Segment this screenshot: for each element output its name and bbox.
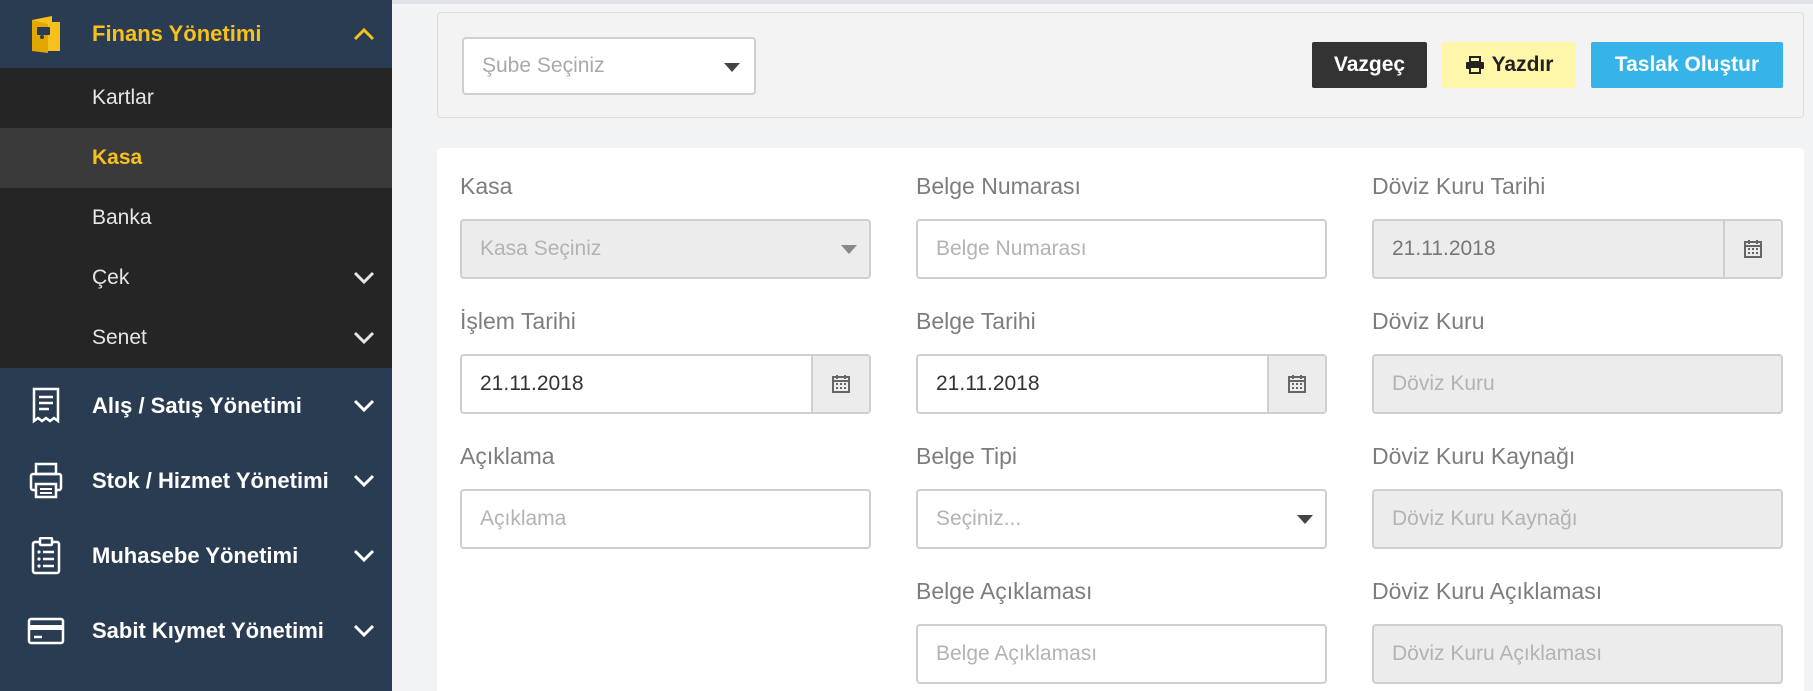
belge-aciklamasi-input[interactable]: Belge Açıklaması bbox=[916, 624, 1327, 684]
submenu-item-cek[interactable]: Çek bbox=[0, 248, 392, 308]
form-card: Kasa Kasa Seçiniz İşlem Tarihi 21.11.201… bbox=[437, 148, 1804, 691]
calendar-icon[interactable] bbox=[1723, 221, 1781, 277]
doviz-kuru-tarihi-value: 21.11.2018 bbox=[1392, 237, 1496, 260]
sidebar-item-label: Finans Yönetimi bbox=[92, 21, 262, 46]
sidebar-item-muhasebe[interactable]: Muhasebe Yönetimi bbox=[0, 518, 392, 593]
action-toolbar: Şube Seçiniz Vazgeç Yazdır Taslak Oluştu… bbox=[437, 12, 1804, 118]
receipt-icon bbox=[26, 386, 66, 426]
branch-select[interactable]: Şube Seçiniz bbox=[462, 37, 756, 95]
create-draft-button-label: Taslak Oluştur bbox=[1614, 53, 1760, 76]
submenu-item-label: Senet bbox=[92, 326, 147, 349]
clipboard-icon bbox=[26, 536, 66, 576]
wallet-icon bbox=[26, 14, 66, 54]
chevron-up-icon bbox=[350, 24, 378, 44]
belge-aciklamasi-label: Belge Açıklaması bbox=[916, 578, 1093, 604]
create-draft-button[interactable]: Taslak Oluştur bbox=[1591, 42, 1783, 88]
top-divider bbox=[392, 0, 1813, 4]
belge-tarihi-label: Belge Tarihi bbox=[916, 308, 1036, 334]
chevron-down-icon bbox=[350, 471, 378, 491]
sidebar-item-label: Muhasebe Yönetimi bbox=[92, 542, 299, 568]
doviz-kuru-aciklamasi-label: Döviz Kuru Açıklaması bbox=[1372, 578, 1603, 604]
calendar-icon[interactable] bbox=[811, 356, 869, 412]
islem-tarihi-label: İşlem Tarihi bbox=[460, 308, 576, 334]
submenu-item-banka[interactable]: Banka bbox=[0, 188, 392, 248]
credit-card-icon bbox=[26, 611, 66, 651]
belge-tarihi-value: 21.11.2018 bbox=[936, 372, 1040, 395]
sidebar-item-label: Sabit Kıymet Yönetimi bbox=[92, 617, 324, 643]
sidebar-item-sabit-kiymet[interactable]: Sabit Kıymet Yönetimi bbox=[0, 593, 392, 668]
belge-tarihi-input[interactable]: 21.11.2018 bbox=[916, 354, 1327, 414]
doviz-kuru-kaynagi-input[interactable]: Döviz Kuru Kaynağı bbox=[1372, 489, 1783, 549]
kasa-select[interactable]: Kasa Seçiniz bbox=[460, 219, 871, 279]
sidebar-item-alis-satis[interactable]: Alış / Satış Yönetimi bbox=[0, 368, 392, 443]
caret-down-icon bbox=[724, 63, 740, 72]
printer-icon bbox=[1465, 56, 1484, 74]
calendar-icon[interactable] bbox=[1267, 356, 1325, 412]
belge-numarasi-placeholder: Belge Numarası bbox=[936, 237, 1087, 260]
sidebar-item-stok-hizmet[interactable]: Stok / Hizmet Yönetimi bbox=[0, 443, 392, 518]
chevron-down-icon bbox=[350, 621, 378, 641]
submenu-item-kartlar[interactable]: Kartlar bbox=[0, 68, 392, 128]
chevron-down-icon bbox=[350, 268, 378, 288]
doviz-kuru-kaynagi-placeholder: Döviz Kuru Kaynağı bbox=[1392, 507, 1578, 530]
belge-tipi-select[interactable]: Seçiniz... bbox=[916, 489, 1327, 549]
print-button-label: Yazdır bbox=[1491, 53, 1554, 76]
doviz-kuru-placeholder: Döviz Kuru bbox=[1392, 372, 1495, 395]
submenu-item-label: Çek bbox=[92, 266, 130, 289]
cancel-button-label: Vazgeç bbox=[1333, 53, 1406, 76]
doviz-kuru-tarihi-label: Döviz Kuru Tarihi bbox=[1372, 173, 1546, 199]
chevron-down-icon bbox=[350, 546, 378, 566]
submenu-item-label: Banka bbox=[92, 206, 152, 229]
caret-down-icon bbox=[1297, 515, 1313, 524]
printer-stack-icon bbox=[26, 461, 66, 501]
doviz-kuru-tarihi-input[interactable]: 21.11.2018 bbox=[1372, 219, 1783, 279]
belge-aciklamasi-placeholder: Belge Açıklaması bbox=[936, 642, 1098, 665]
sidebar-item-finans[interactable]: Finans Yönetimi bbox=[0, 0, 392, 68]
doviz-kuru-aciklamasi-input[interactable]: Döviz Kuru Açıklaması bbox=[1372, 624, 1783, 684]
doviz-kuru-label: Döviz Kuru bbox=[1372, 308, 1485, 334]
belge-numarasi-input[interactable]: Belge Numarası bbox=[916, 219, 1327, 279]
caret-down-icon bbox=[841, 245, 857, 254]
submenu-item-senet[interactable]: Senet bbox=[0, 308, 392, 368]
sidebar-item-label: Stok / Hizmet Yönetimi bbox=[92, 467, 329, 493]
sidebar: Finans Yönetimi Kartlar Kasa Banka Çek S… bbox=[0, 0, 392, 691]
doviz-kuru-aciklamasi-placeholder: Döviz Kuru Açıklaması bbox=[1392, 642, 1603, 665]
submenu-item-label: Kartlar bbox=[92, 86, 154, 109]
kasa-select-placeholder: Kasa Seçiniz bbox=[480, 237, 602, 260]
aciklama-label: Açıklama bbox=[460, 443, 555, 469]
branch-select-placeholder: Şube Seçiniz bbox=[482, 54, 605, 77]
print-button[interactable]: Yazdır bbox=[1442, 42, 1576, 88]
cancel-button[interactable]: Vazgeç bbox=[1312, 42, 1427, 88]
aciklama-input[interactable]: Açıklama bbox=[460, 489, 871, 549]
chevron-down-icon bbox=[350, 328, 378, 348]
belge-tipi-placeholder: Seçiniz... bbox=[936, 507, 1022, 530]
doviz-kuru-kaynagi-label: Döviz Kuru Kaynağı bbox=[1372, 443, 1576, 469]
doviz-kuru-input[interactable]: Döviz Kuru bbox=[1372, 354, 1783, 414]
finans-submenu: Kartlar Kasa Banka Çek Senet bbox=[0, 68, 392, 368]
kasa-label: Kasa bbox=[460, 173, 513, 199]
islem-tarihi-value: 21.11.2018 bbox=[480, 372, 584, 395]
submenu-item-kasa[interactable]: Kasa bbox=[0, 128, 392, 188]
chevron-down-icon bbox=[350, 396, 378, 416]
aciklama-placeholder: Açıklama bbox=[480, 507, 567, 530]
submenu-item-label: Kasa bbox=[92, 146, 143, 169]
sidebar-item-label: Alış / Satış Yönetimi bbox=[92, 392, 302, 418]
belge-tipi-label: Belge Tipi bbox=[916, 443, 1018, 469]
islem-tarihi-input[interactable]: 21.11.2018 bbox=[460, 354, 871, 414]
belge-numarasi-label: Belge Numarası bbox=[916, 173, 1081, 199]
